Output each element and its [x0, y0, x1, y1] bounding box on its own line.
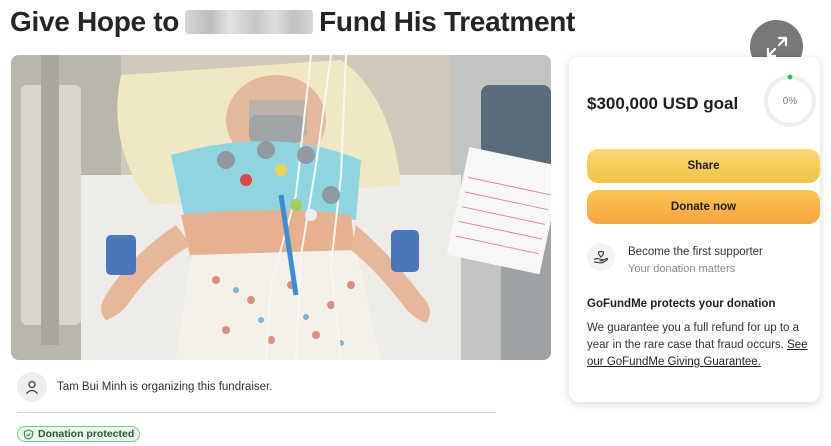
heart-hand-icon	[593, 250, 609, 264]
blurred-name	[185, 10, 314, 34]
donate-now-button[interactable]: Donate now	[587, 190, 820, 224]
protect-text: We guarantee you a full refund for up to…	[587, 320, 815, 371]
divider	[17, 412, 496, 413]
page-title: Give Hope to Fund His Treatment	[10, 2, 575, 42]
donation-card: $300,000 USD goal 0% Share Donate now Be…	[569, 57, 820, 402]
goal-amount: $300,000 USD goal	[587, 94, 739, 113]
badge-label: Donation protected	[38, 428, 135, 440]
donation-protected-badge[interactable]: Donation protected	[17, 426, 141, 442]
expand-icon	[766, 36, 787, 57]
supporter-title: Become the first supporter	[628, 246, 763, 258]
user-icon	[26, 380, 38, 394]
progress-label: 0%	[782, 95, 798, 107]
organizer-text: Tam Bui Minh is organizing this fundrais…	[57, 381, 273, 393]
title-part1: Give Hope to	[10, 6, 180, 37]
first-supporter-row: Become the first supporter Your donation…	[587, 243, 763, 275]
protect-title: GoFundMe protects your donation	[587, 298, 776, 310]
fundraiser-photo[interactable]	[11, 55, 551, 360]
supporter-icon-wrap	[587, 243, 615, 271]
supporter-subtitle: Your donation matters	[628, 263, 736, 275]
title-part2: Fund His Treatment	[319, 6, 576, 37]
shield-check-icon	[23, 428, 34, 440]
share-button[interactable]: Share	[587, 149, 820, 183]
organizer-row: Tam Bui Minh is organizing this fundrais…	[17, 372, 272, 402]
protect-body: We guarantee you a full refund for up to…	[587, 322, 800, 351]
avatar	[17, 372, 47, 402]
